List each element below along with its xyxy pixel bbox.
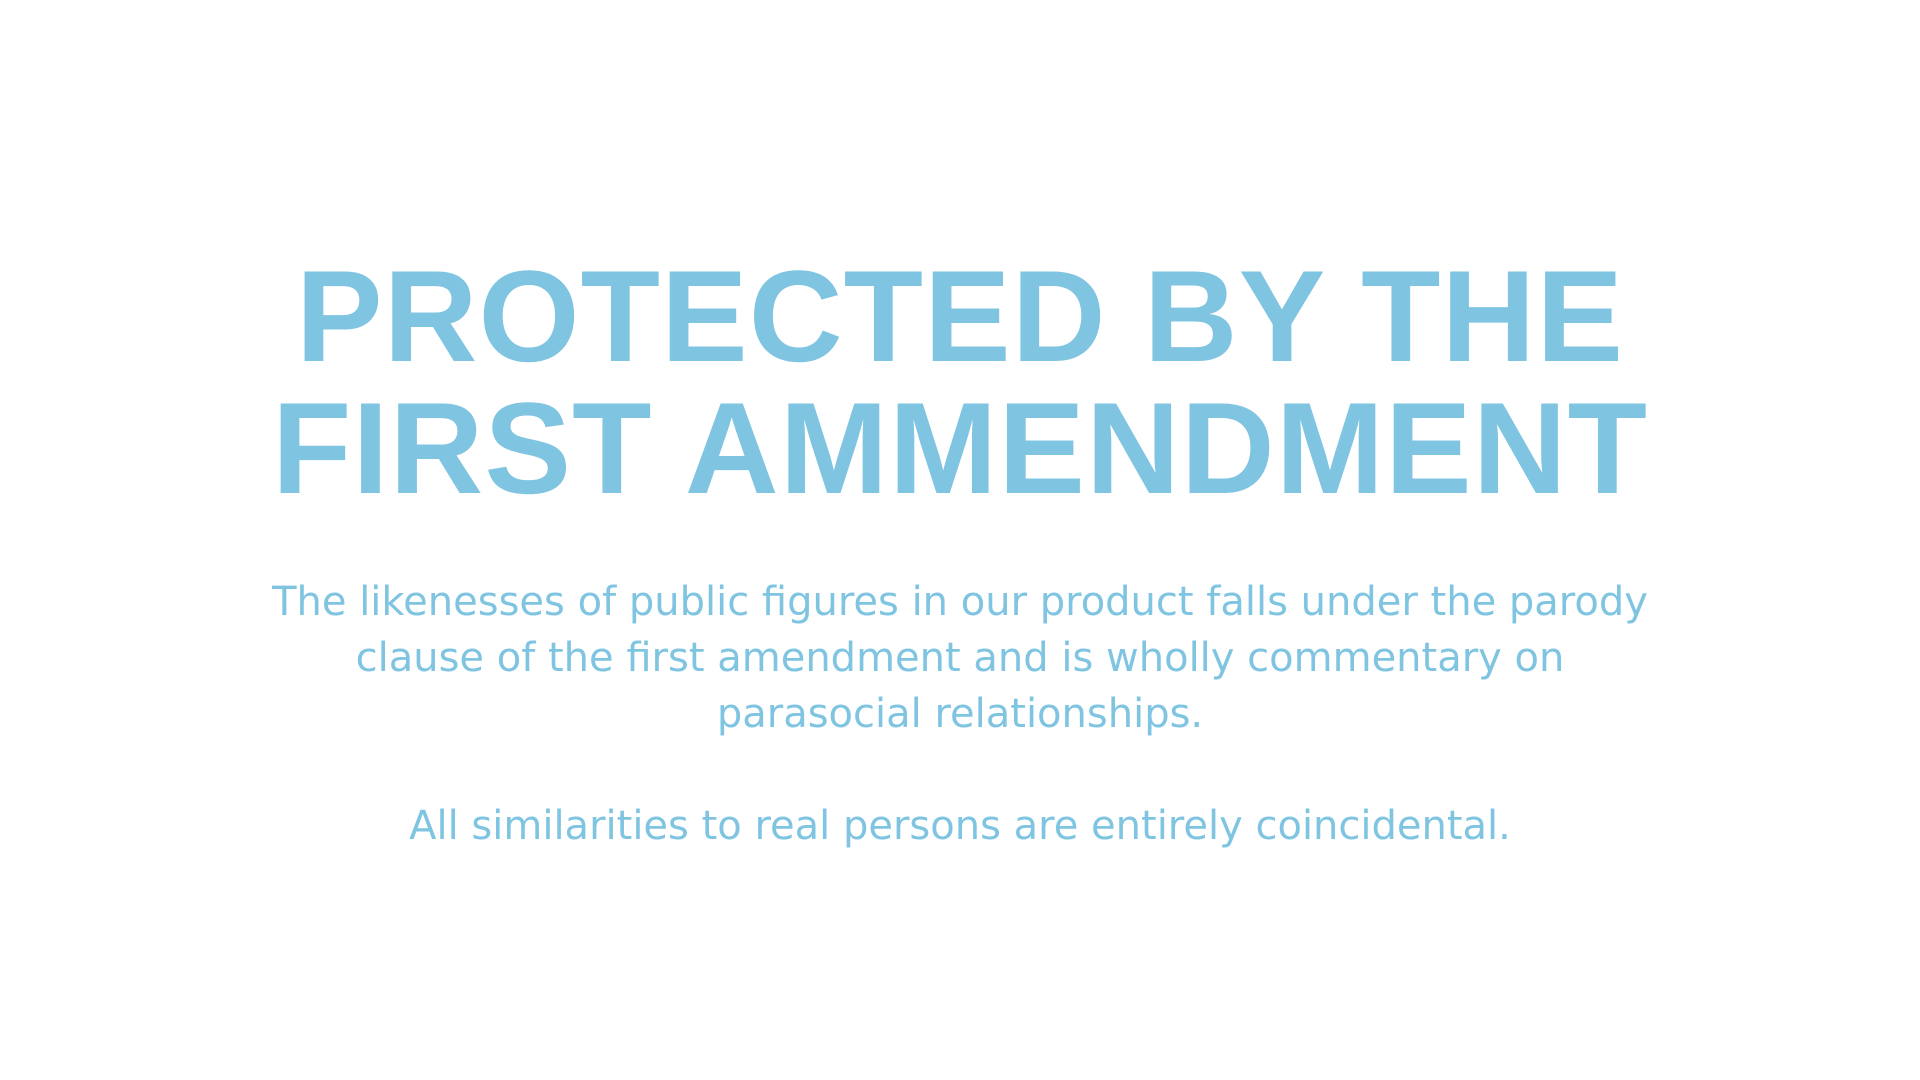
disclaimer-slide: PROTECTED BY THE FIRST AMMENDMENT The li… <box>0 0 1920 1080</box>
headline-line-2: FIRST AMMENDMENT <box>271 375 1649 521</box>
headline: PROTECTED BY THE FIRST AMMENDMENT <box>0 250 1920 514</box>
disclaimer-content: PROTECTED BY THE FIRST AMMENDMENT The li… <box>0 250 1920 854</box>
headline-line-1: PROTECTED BY THE <box>295 243 1625 389</box>
disclaimer-body: The likenesses of public figures in our … <box>260 574 1660 854</box>
coincidence-paragraph: All similarities to real persons are ent… <box>409 803 1511 849</box>
parody-clause-paragraph: The likenesses of public figures in our … <box>272 579 1648 737</box>
